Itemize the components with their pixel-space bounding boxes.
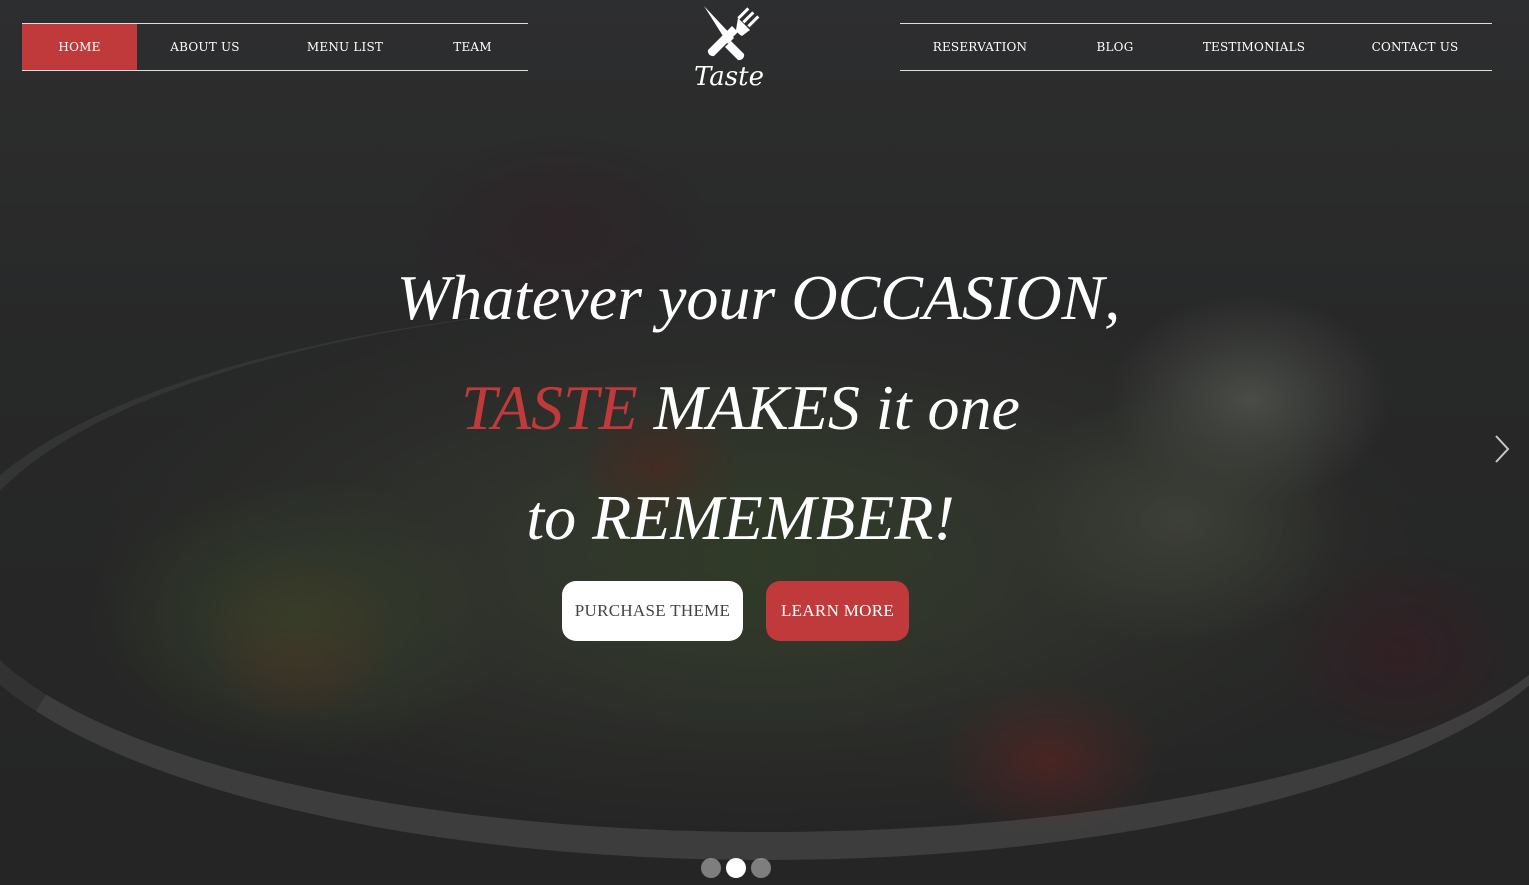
- crossed-fork-knife-icon: [704, 6, 760, 61]
- nav-item-contact-us[interactable]: CONTACT US: [1338, 24, 1492, 70]
- nav-item-blog[interactable]: BLOG: [1060, 24, 1170, 70]
- purchase-theme-button[interactable]: PURCHASE THEME: [562, 581, 743, 641]
- nav-left: HOME ABOUT US MENU LIST TEAM: [22, 23, 528, 71]
- headline-line-2: TASTE MAKES it one: [0, 376, 1505, 440]
- headline-line-2-rest: MAKES it one: [637, 372, 1020, 443]
- nav-item-team[interactable]: TEAM: [417, 24, 528, 70]
- headline-line-3: to REMEMBER!: [526, 482, 955, 553]
- nav-item-home[interactable]: HOME: [22, 24, 137, 70]
- nav-right: RESERVATION BLOG TESTIMONIALS CONTACT US: [900, 23, 1492, 71]
- nav-item-reservation[interactable]: RESERVATION: [900, 24, 1060, 70]
- site-logo[interactable]: Taste: [688, 4, 770, 94]
- learn-more-button[interactable]: LEARN MORE: [766, 581, 909, 641]
- slider-pagination: [701, 858, 771, 878]
- logo-text: Taste: [693, 62, 764, 92]
- slider-dot-2[interactable]: [726, 858, 746, 878]
- headline-line-1: Whatever your OCCASION,: [396, 262, 1121, 333]
- headline-accent-word: TASTE: [461, 372, 638, 443]
- nav-item-testimonials[interactable]: TESTIMONIALS: [1170, 24, 1338, 70]
- slider-dot-1[interactable]: [701, 858, 721, 878]
- chevron-right-icon[interactable]: [1492, 432, 1512, 466]
- slider-dot-3[interactable]: [751, 858, 771, 878]
- nav-item-menu-list[interactable]: MENU LIST: [273, 24, 417, 70]
- nav-item-about-us[interactable]: ABOUT US: [137, 24, 273, 70]
- hero-slider: HOME ABOUT US MENU LIST TEAM Taste RESER…: [0, 0, 1529, 885]
